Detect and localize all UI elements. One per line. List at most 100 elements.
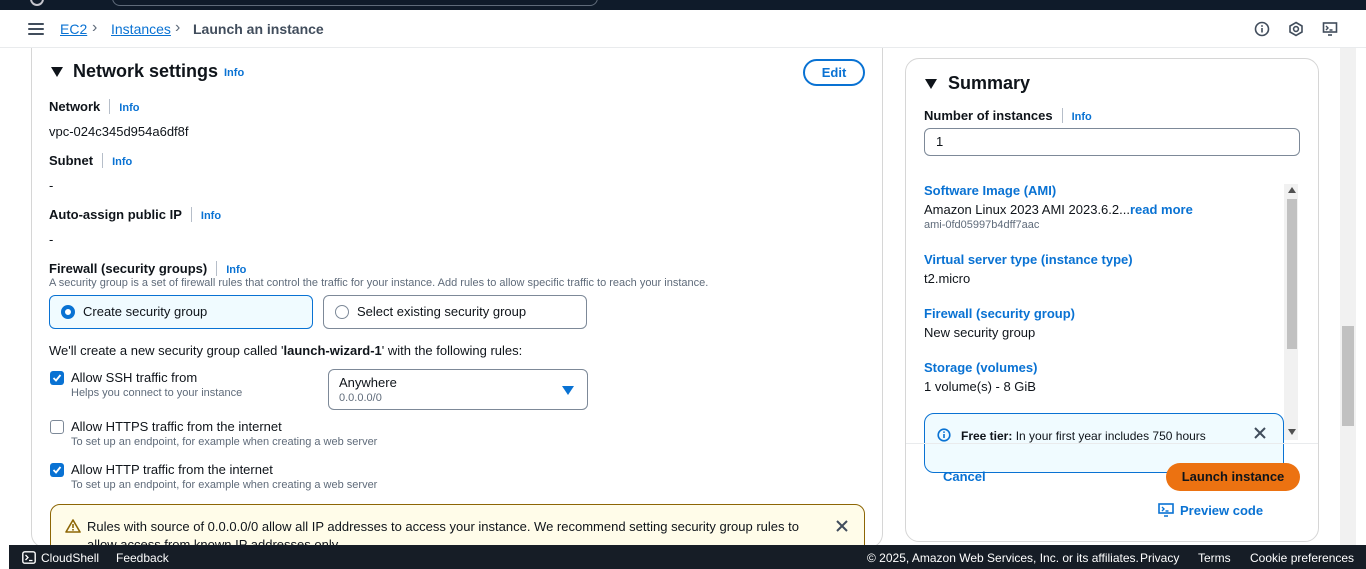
instance-type-link[interactable]: Virtual server type (instance type) <box>924 252 1133 267</box>
https-checkbox[interactable] <box>50 420 64 434</box>
network-label: Network <box>49 99 101 114</box>
ssh-checkbox[interactable] <box>50 371 64 385</box>
cookie-preferences-link[interactable]: Cookie preferences <box>1250 551 1354 565</box>
security-group-name: launch-wizard-1 <box>283 343 382 358</box>
page-scrollbar-thumb[interactable] <box>1342 326 1354 426</box>
create-group-message: We'll create a new security group called… <box>49 343 522 358</box>
hamburger-menu-icon[interactable] <box>28 23 44 35</box>
info-link[interactable]: Info <box>224 67 244 79</box>
firewall-value: New security group <box>924 325 1036 340</box>
firewall-label: Firewall (security groups) <box>49 261 208 276</box>
select-existing-security-group-option[interactable]: Select existing security group <box>323 295 587 329</box>
checkmark-icon <box>52 466 62 474</box>
ssh-description: Helps you connect to your instance <box>71 387 243 399</box>
free-tier-text: Free tier: In your first year includes 7… <box>961 429 1206 443</box>
terms-link[interactable]: Terms <box>1198 551 1231 565</box>
top-navigation-bar <box>0 0 1366 10</box>
info-link[interactable]: Info <box>112 156 132 168</box>
cloudshell-icon[interactable] <box>22 551 36 564</box>
feedback-link[interactable]: Feedback <box>116 551 169 565</box>
info-link[interactable]: Info <box>201 210 221 222</box>
scroll-down-icon[interactable] <box>1288 429 1296 435</box>
https-description: To set up an endpoint, for example when … <box>71 436 378 448</box>
subnet-value: - <box>49 178 54 193</box>
chevron-right-icon: › <box>175 19 181 36</box>
ami-id: ami-0fd05997b4dff7aac <box>924 219 1040 231</box>
message-suffix: ' with the following rules: <box>381 343 523 358</box>
cancel-button[interactable]: Cancel <box>943 469 986 484</box>
page-scrollbar[interactable] <box>1340 48 1356 545</box>
http-label: Allow HTTP traffic from the internet <box>71 462 273 477</box>
summary-scrollbar-thumb[interactable] <box>1287 199 1297 349</box>
aws-logo[interactable] <box>30 0 44 6</box>
summary-title: Summary <box>948 73 1031 93</box>
ssh-source-select[interactable]: Anywhere 0.0.0.0/0 <box>328 369 588 410</box>
close-icon[interactable] <box>835 519 849 533</box>
firewall-description: A security group is a set of firewall ru… <box>49 277 709 289</box>
breadcrumb-bar: EC2 › Instances › Launch an instance <box>0 10 1366 48</box>
public-ip-field: Auto-assign public IP Info <box>49 206 221 224</box>
ssh-label: Allow SSH traffic from <box>71 370 198 385</box>
subnet-field: Subnet Info <box>49 152 132 170</box>
https-label: Allow HTTPS traffic from the internet <box>71 419 282 434</box>
privacy-link[interactable]: Privacy <box>1140 551 1179 565</box>
chevron-right-icon: › <box>92 19 98 36</box>
info-link[interactable]: Info <box>119 102 139 114</box>
info-link[interactable]: Info <box>1072 111 1092 123</box>
message-prefix: We'll create a new security group called… <box>49 343 284 358</box>
edit-button[interactable]: Edit <box>803 59 865 86</box>
divider <box>906 443 1318 444</box>
storage-value: 1 volume(s) - 8 GiB <box>924 379 1036 394</box>
checkmark-icon <box>52 374 62 382</box>
copyright-text: © 2025, Amazon Web Services, Inc. or its… <box>867 551 1139 565</box>
preview-code-link[interactable]: Preview code <box>1158 503 1264 518</box>
http-checkbox[interactable] <box>50 463 64 477</box>
split-panel-icon[interactable] <box>1322 21 1338 37</box>
info-circle-icon[interactable] <box>1254 21 1270 37</box>
option-label: Select existing security group <box>357 304 527 319</box>
radio-selected-icon[interactable] <box>61 305 75 319</box>
ami-value: Amazon Linux 2023 AMI 2023.6.2...read mo… <box>924 202 1193 217</box>
create-security-group-option[interactable]: Create security group <box>49 295 313 329</box>
select-cidr: 0.0.0.0/0 <box>339 392 382 404</box>
breadcrumb-current: Launch an instance <box>193 21 324 37</box>
warning-icon <box>65 519 81 533</box>
num-instances-input[interactable]: 1 <box>924 128 1300 156</box>
code-preview-icon <box>1158 503 1174 517</box>
preview-code-label: Preview code <box>1180 503 1264 518</box>
info-circle-icon <box>937 428 951 442</box>
close-icon[interactable] <box>1253 426 1267 440</box>
firewall-link[interactable]: Firewall (security group) <box>924 306 1075 321</box>
network-value: vpc-024c345d954a6df8f <box>49 124 189 139</box>
breadcrumb-ec2[interactable]: EC2 <box>60 21 87 37</box>
read-more-link[interactable]: read more <box>1130 202 1193 217</box>
free-tier-heading: Free tier: <box>961 429 1013 443</box>
radio-unselected-icon[interactable] <box>335 305 349 319</box>
ami-link[interactable]: Software Image (AMI) <box>924 183 1056 198</box>
network-settings-panel: Network settings Info Edit Network Info v… <box>31 48 883 548</box>
public-ip-value: - <box>49 232 54 247</box>
instance-type-value: t2.micro <box>924 271 971 286</box>
caret-down-icon[interactable] <box>562 386 574 395</box>
free-tier-body: In your first year includes 750 hours <box>1012 429 1206 443</box>
security-warning-alert: Rules with source of 0.0.0.0/0 allow all… <box>50 504 865 548</box>
cloudshell-link[interactable]: CloudShell <box>41 551 99 565</box>
num-instances-field: Number of instances Info <box>924 107 1092 125</box>
settings-icon[interactable] <box>1288 21 1304 37</box>
breadcrumb-instances[interactable]: Instances <box>111 21 171 37</box>
summary-panel: Summary Number of instances Info 1 Softwa… <box>905 58 1319 542</box>
warning-text: Rules with source of 0.0.0.0/0 allow all… <box>87 519 799 548</box>
caret-down-icon[interactable] <box>925 79 937 89</box>
storage-link[interactable]: Storage (volumes) <box>924 360 1037 375</box>
caret-down-icon[interactable] <box>51 67 63 77</box>
ami-name: Amazon Linux 2023 AMI 2023.6.2... <box>924 202 1130 217</box>
section-title: Network settings <box>73 61 219 81</box>
scroll-up-icon[interactable] <box>1288 187 1296 193</box>
num-instances-label: Number of instances <box>924 108 1053 123</box>
launch-instance-button[interactable]: Launch instance <box>1166 463 1300 491</box>
option-label: Create security group <box>83 304 208 319</box>
info-link[interactable]: Info <box>226 264 246 276</box>
http-description: To set up an endpoint, for example when … <box>71 479 378 491</box>
console-footer: CloudShell Feedback © 2025, Amazon Web S… <box>9 545 1366 569</box>
search-input[interactable] <box>112 0 598 6</box>
